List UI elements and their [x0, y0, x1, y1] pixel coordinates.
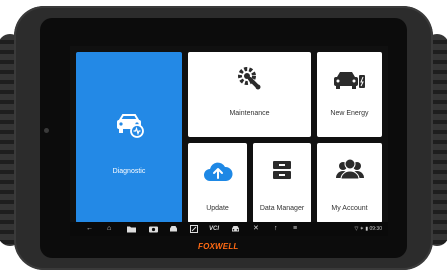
screenshot-icon[interactable] — [190, 225, 198, 233]
electric-car-icon — [334, 72, 365, 89]
maintenance-label: Maintenance — [229, 110, 270, 117]
gear-wrench-icon — [238, 67, 261, 90]
bottom-navbar: ← ⌂ VCI ✕ ↑ ≡ ▽ ✶ ▮ 09:30 — [70, 222, 388, 236]
bluetooth-icon: ✶ — [359, 226, 364, 232]
tablet-device: Diagnostic Maintenance New Energy Update… — [0, 6, 447, 270]
new-energy-tile[interactable]: New Energy — [317, 52, 382, 137]
status-time: 09:30 — [369, 226, 382, 232]
wifi-icon: ▽ — [354, 226, 359, 232]
update-label: Update — [206, 205, 229, 212]
home-screen: Diagnostic Maintenance New Energy Update… — [70, 46, 388, 236]
battery-icon: ▮ — [365, 226, 369, 232]
menu-icon[interactable]: ≡ — [293, 225, 297, 233]
car-icon[interactable] — [231, 225, 240, 233]
data-manager-label: Data Manager — [259, 205, 305, 212]
folder-icon[interactable] — [127, 225, 136, 233]
status-bar: ▽ ✶ ▮ 09:30 — [354, 226, 382, 232]
diagnostic-label: Diagnostic — [112, 168, 146, 175]
car-scan-icon[interactable] — [169, 225, 178, 233]
data-manager-tile[interactable]: Data Manager — [253, 143, 311, 223]
my-account-tile[interactable]: My Account — [317, 143, 382, 223]
users-icon — [336, 158, 364, 180]
cloud-upload-icon — [204, 162, 233, 181]
camera-icon[interactable] — [149, 225, 158, 233]
drawer-cabinet-icon — [273, 161, 291, 179]
brand-logo: FOXWELL — [198, 242, 239, 251]
home-icon[interactable]: ⌂ — [107, 225, 111, 233]
vci-icon[interactable]: VCI — [209, 225, 219, 233]
new-energy-label: New Energy — [330, 110, 369, 117]
my-account-label: My Account — [331, 205, 368, 212]
update-tile[interactable]: Update — [188, 143, 247, 223]
diagnostic-tile[interactable]: Diagnostic — [76, 52, 182, 223]
back-icon[interactable]: ← — [86, 225, 93, 233]
front-camera — [44, 128, 49, 133]
upload-icon[interactable]: ↑ — [274, 225, 278, 233]
car-diagnostic-icon — [117, 114, 144, 138]
tools-icon[interactable]: ✕ — [253, 225, 259, 233]
maintenance-tile[interactable]: Maintenance — [188, 52, 311, 137]
